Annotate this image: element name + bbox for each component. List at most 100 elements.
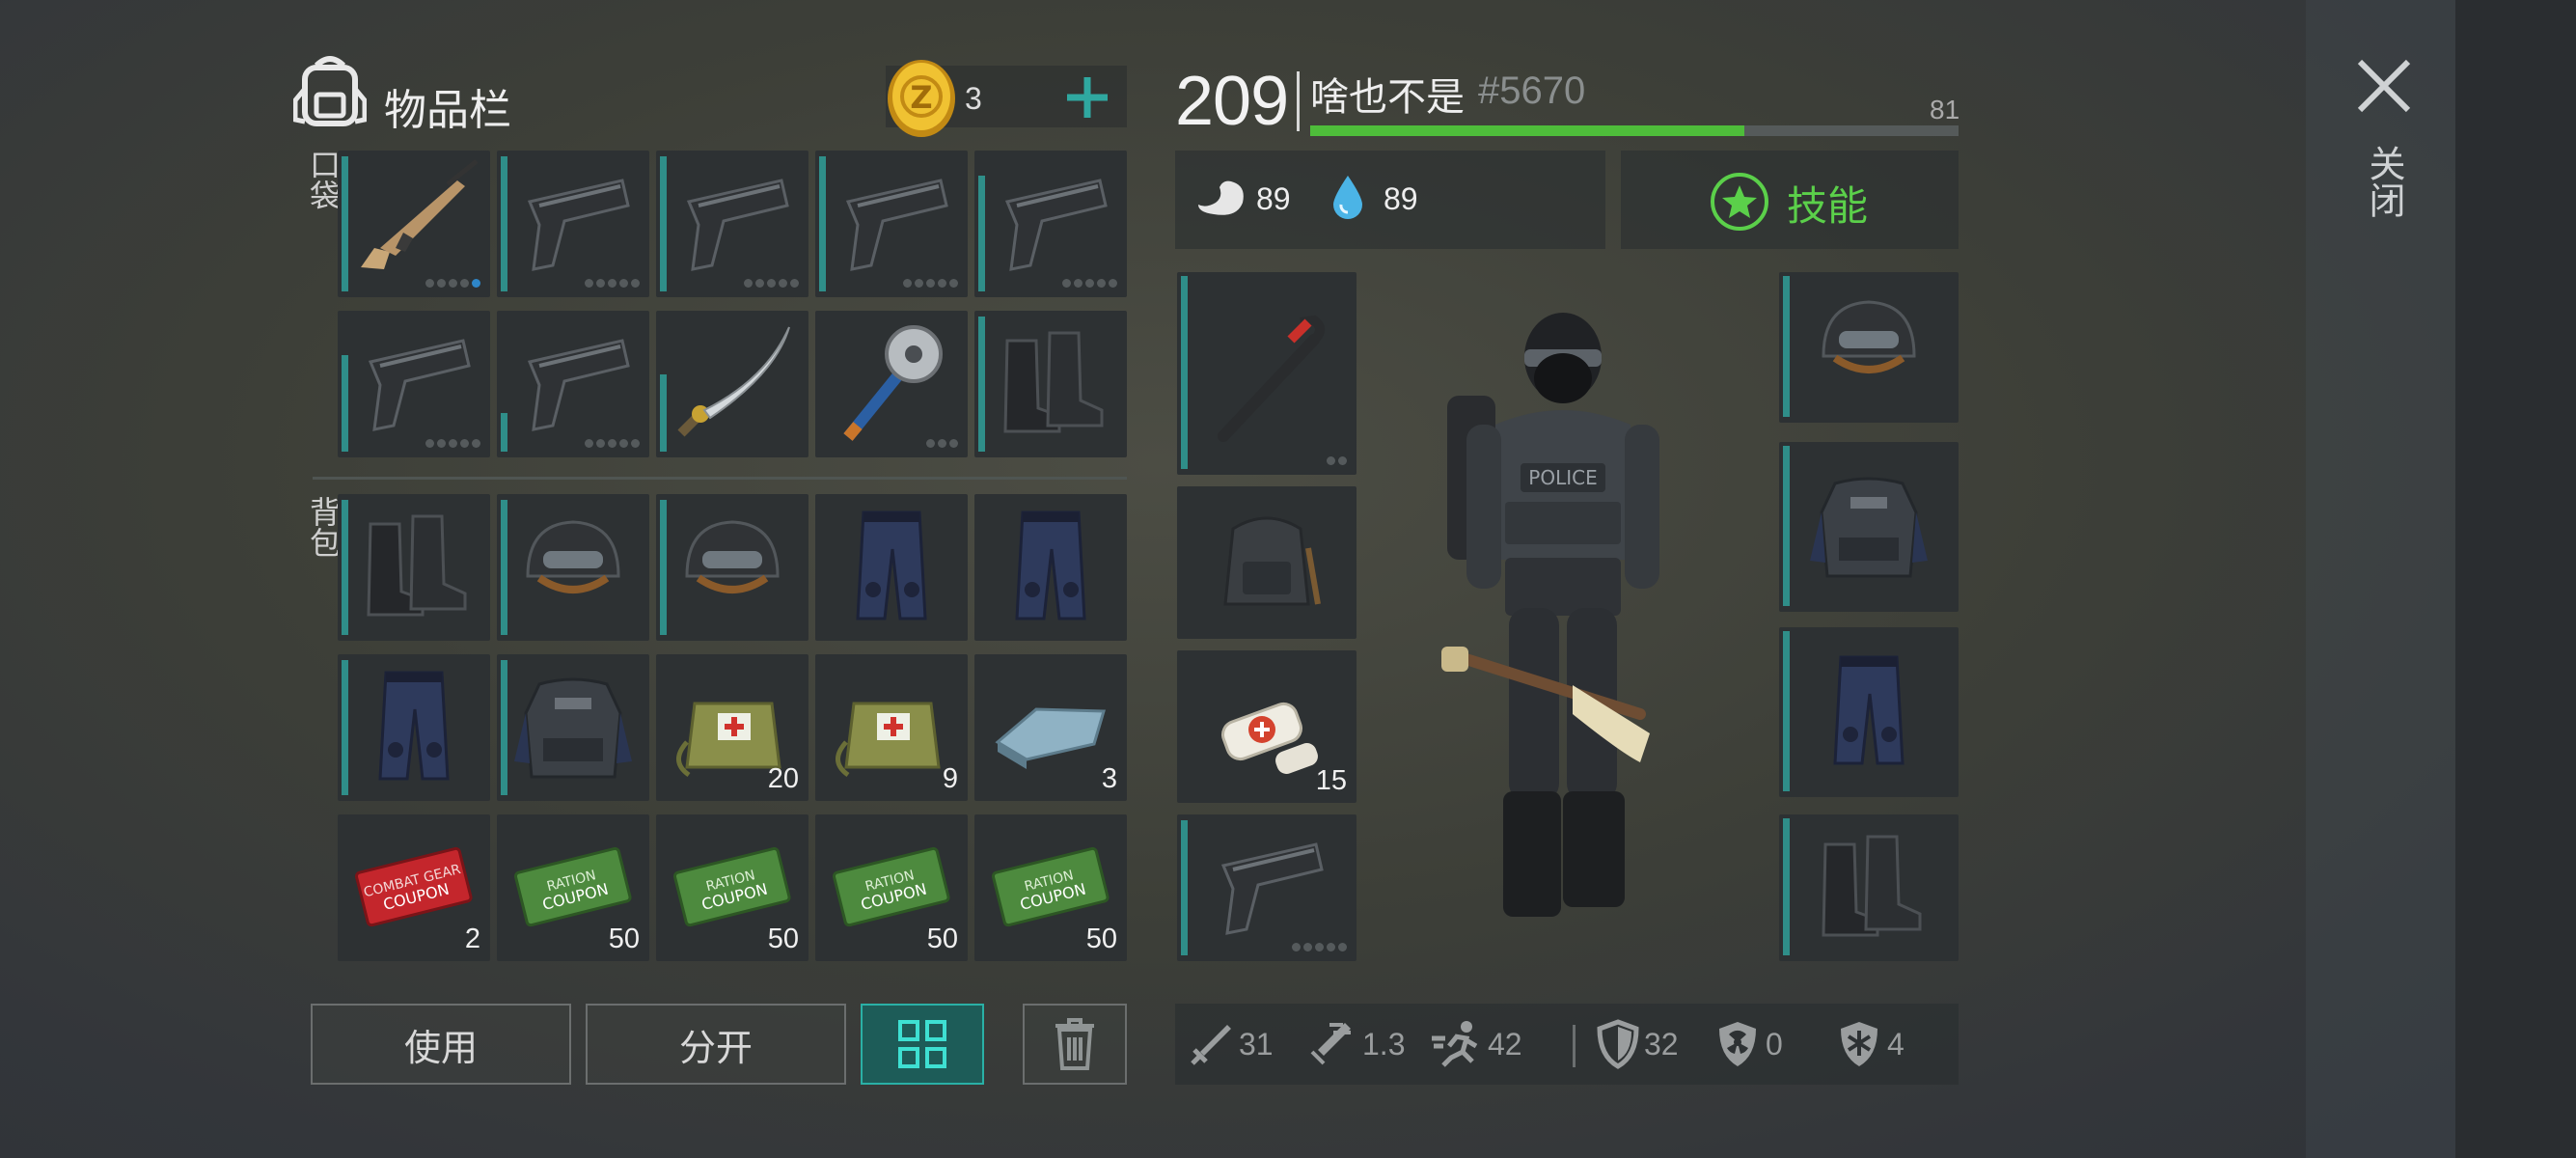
- backpack-slot[interactable]: [656, 494, 808, 641]
- pistol-icon: [845, 179, 948, 271]
- close-icon[interactable]: [2356, 58, 2412, 114]
- delete-button[interactable]: [1023, 1004, 1127, 1085]
- equip-slot-left[interactable]: [1177, 814, 1357, 961]
- backpack-slot[interactable]: [338, 494, 490, 641]
- radiation-value: 0: [1766, 1027, 1783, 1062]
- coin-count: 3: [965, 81, 982, 116]
- pistol-icon: [527, 179, 630, 271]
- damage-value: 31: [1239, 1027, 1274, 1062]
- cold-resist-icon: [1841, 1022, 1877, 1066]
- backpack-slot[interactable]: 20: [656, 654, 808, 801]
- vest-icon: [1810, 477, 1928, 578]
- armor-value: 32: [1644, 1027, 1679, 1062]
- item-count: 50: [926, 924, 958, 954]
- item-count: 50: [608, 924, 640, 954]
- pocket-slot[interactable]: [338, 311, 490, 457]
- equip-slot-right[interactable]: [1779, 442, 1959, 612]
- helmet-icon: [526, 520, 620, 593]
- pants-icon: [1015, 510, 1086, 620]
- pocket-slot[interactable]: [656, 311, 808, 457]
- backpack-slot[interactable]: 3: [974, 654, 1127, 801]
- item-count: 9: [942, 763, 958, 794]
- backpack-slot[interactable]: 9: [815, 654, 968, 801]
- katana-icon: [677, 326, 790, 437]
- helmet-icon: [685, 520, 780, 593]
- backpack-slot[interactable]: RATION COUPON 50: [815, 814, 968, 961]
- pants-icon: [1833, 655, 1905, 765]
- use-button[interactable]: 使用: [311, 1004, 571, 1085]
- vest-icon: [514, 677, 632, 779]
- backpack-icon: [1223, 516, 1321, 606]
- pocket-slot[interactable]: [338, 151, 490, 297]
- pocket-slot[interactable]: [497, 151, 649, 297]
- ammo-dots: [926, 439, 958, 448]
- sort-grid-button[interactable]: [861, 1004, 984, 1085]
- svg-text:POLICE: POLICE: [1528, 466, 1597, 489]
- add-coins-button[interactable]: [1065, 75, 1110, 120]
- pistol-icon: [1220, 842, 1324, 935]
- skills-label: 技能: [1787, 182, 1869, 230]
- durability-bar: [1181, 276, 1188, 469]
- xp-bar-fill: [1310, 125, 1745, 136]
- durability-bar: [1181, 820, 1188, 955]
- pocket-slot[interactable]: [974, 311, 1127, 457]
- pocket-slot[interactable]: [656, 151, 808, 297]
- attack-speed-icon: [1310, 1023, 1351, 1065]
- ammo-dots: [1292, 943, 1347, 951]
- equip-slot-left[interactable]: [1177, 272, 1357, 475]
- coin-icon: Z: [888, 60, 955, 137]
- item-count: 15: [1315, 765, 1347, 796]
- pistol-icon: [1004, 179, 1108, 271]
- cold-value: 4: [1887, 1027, 1905, 1062]
- player-name: 啥也不是: [1310, 75, 1465, 120]
- backpack-slot[interactable]: [974, 494, 1127, 641]
- stomach-icon: [1198, 180, 1244, 215]
- boots-icon: [367, 514, 467, 617]
- equip-slot-left[interactable]: 15: [1177, 650, 1357, 803]
- xp-value: 81: [1930, 95, 1960, 124]
- pocket-slot[interactable]: [815, 151, 968, 297]
- close-label[interactable]: 关闭: [2362, 145, 2405, 218]
- stats-divider: [1573, 1025, 1576, 1067]
- ammo-dots: [425, 279, 480, 288]
- ammo-dots: [585, 279, 640, 288]
- pocket-slot[interactable]: [974, 151, 1127, 297]
- item-count: 50: [1085, 924, 1117, 954]
- durability-bar: [1783, 276, 1790, 417]
- armor-icon: [1597, 1019, 1639, 1069]
- equip-slot-right[interactable]: [1779, 627, 1959, 797]
- pocket-slot[interactable]: [815, 311, 968, 457]
- screen-edge: [2455, 0, 2576, 1158]
- durability-bar: [1783, 446, 1790, 606]
- player-tag: #5670: [1478, 69, 1586, 112]
- backpack-slot[interactable]: [338, 654, 490, 801]
- character-model: POLICE: [1441, 313, 1659, 917]
- equip-slot-right[interactable]: [1779, 814, 1959, 961]
- radiation-icon: [1719, 1022, 1756, 1066]
- ammo-dots: [903, 279, 958, 288]
- backpack-slot[interactable]: RATION COUPON 50: [974, 814, 1127, 961]
- damage-icon: [1191, 1025, 1231, 1065]
- pocket-slot[interactable]: [497, 311, 649, 457]
- durability-bar: [1783, 818, 1790, 955]
- attack-speed-value: 1.3: [1362, 1027, 1406, 1062]
- equip-slot-right[interactable]: [1779, 272, 1959, 423]
- durability-bar: [1783, 631, 1790, 791]
- assault-rifle-icon: [361, 159, 479, 269]
- backpack-slot[interactable]: [815, 494, 968, 641]
- boots-icon: [1003, 331, 1104, 433]
- trash-icon: [1055, 1018, 1094, 1070]
- ammo-dots: [1327, 456, 1347, 465]
- backpack-slot[interactable]: [497, 494, 649, 641]
- split-button[interactable]: 分开: [586, 1004, 846, 1085]
- ammo-dots: [1062, 279, 1117, 288]
- pants-icon: [378, 671, 450, 781]
- backpack-slot[interactable]: [497, 654, 649, 801]
- equip-slot-left[interactable]: [1177, 486, 1357, 639]
- section-divider: [313, 477, 1127, 480]
- item-count: 20: [767, 763, 799, 794]
- backpack-slot[interactable]: COMBAT GEAR COUPON 2: [338, 814, 490, 961]
- backpack-slot[interactable]: RATION COUPON 50: [497, 814, 649, 961]
- backpack-slot[interactable]: RATION COUPON 50: [656, 814, 808, 961]
- ammo-dots: [744, 279, 799, 288]
